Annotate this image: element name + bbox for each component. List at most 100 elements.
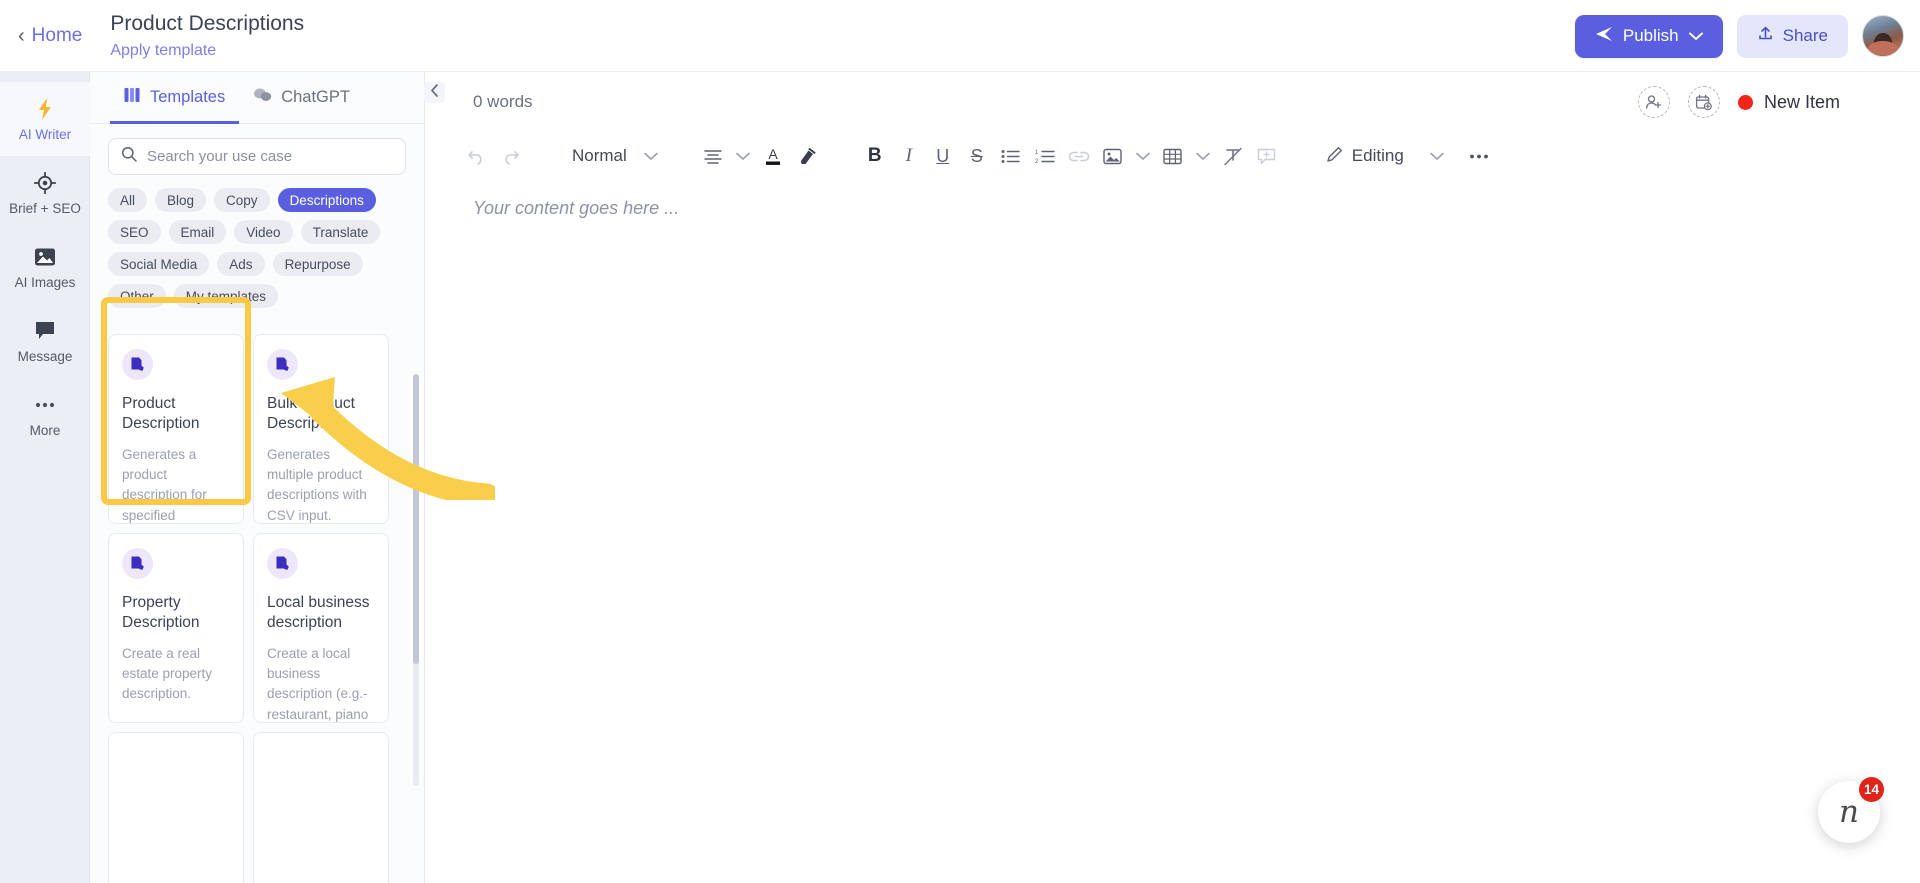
align-icon[interactable] — [698, 141, 728, 171]
chevron-down-icon[interactable] — [640, 141, 662, 171]
chevron-down-icon[interactable] — [1426, 141, 1448, 171]
calendar-add-icon[interactable] — [1687, 86, 1720, 118]
chip-social-media[interactable]: Social Media — [108, 252, 210, 276]
image-icon[interactable] — [1098, 141, 1128, 171]
image-icon — [34, 245, 56, 269]
top-bar: ‹ Home Product Descriptions Apply templa… — [0, 0, 1920, 72]
chip-translate[interactable]: Translate — [300, 220, 381, 244]
template-card-property-description[interactable]: Property Description Create a real estat… — [108, 533, 244, 723]
card-description: Create a local business description (e.g… — [267, 645, 369, 722]
numbered-list-icon[interactable]: 1 2 — [1030, 141, 1060, 171]
template-cards-scroll[interactable]: Product Description Generates a product … — [90, 324, 425, 883]
card-title: Local business description — [267, 594, 370, 632]
panel-tabs: Templates ChatGPT — [90, 72, 424, 124]
notification-badge: 14 — [1859, 777, 1884, 802]
rail-item-ai-writer[interactable]: AI Writer — [0, 82, 90, 156]
new-item-label: New Item — [1763, 91, 1840, 112]
rail-item-ai-images[interactable]: AI Images — [0, 230, 90, 304]
chevron-left-icon: ‹ — [18, 24, 25, 47]
panel-scrollbar-thumb[interactable] — [413, 374, 419, 664]
tab-templates[interactable]: Templates — [110, 72, 239, 124]
template-card-product-description[interactable]: Product Description Generates a product … — [108, 334, 244, 524]
chip-all[interactable]: All — [108, 188, 148, 212]
editor-toolbar: Normal A B I U S 1 2 Editing — [461, 134, 1896, 178]
rail-item-message[interactable]: Message — [0, 304, 90, 378]
template-card-bulk-product-description[interactable]: Bulk Product Description Generates multi… — [253, 334, 389, 524]
tab-label: Templates — [150, 88, 226, 106]
add-person-icon[interactable] — [1637, 86, 1670, 118]
card-title: Product Description — [122, 395, 200, 433]
content-editable-area[interactable]: Your content goes here ... — [473, 198, 1880, 219]
home-back-link[interactable]: ‹ Home — [18, 25, 82, 47]
title-block: Product Descriptions Apply template — [110, 11, 304, 59]
text-color-icon[interactable]: A — [758, 141, 788, 171]
redo-icon[interactable] — [495, 141, 525, 171]
document-edit-icon — [122, 349, 153, 380]
category-chips: All Blog Copy Descriptions SEO Email Vid… — [90, 175, 424, 308]
share-label: Share — [1782, 26, 1828, 45]
search-icon — [121, 146, 137, 167]
chip-seo[interactable]: SEO — [108, 220, 161, 244]
chip-copy[interactable]: Copy — [214, 188, 270, 212]
publish-button[interactable]: Publish — [1574, 14, 1723, 58]
link-icon[interactable] — [1064, 141, 1094, 171]
chevron-down-icon[interactable] — [1192, 141, 1214, 171]
template-card-placeholder[interactable] — [108, 732, 244, 883]
tab-chatgpt[interactable]: ChatGPT — [239, 72, 364, 124]
chip-repurpose[interactable]: Repurpose — [272, 252, 363, 276]
highlighter-icon[interactable] — [792, 141, 822, 171]
italic-button[interactable]: I — [894, 141, 924, 171]
share-button[interactable]: Share — [1736, 14, 1848, 58]
paragraph-style-select[interactable]: Normal — [563, 141, 636, 171]
lightning-bolt-icon — [36, 97, 54, 121]
chip-other[interactable]: Other — [108, 284, 166, 308]
chip-descriptions[interactable]: Descriptions — [277, 188, 376, 212]
chevron-down-icon[interactable] — [1132, 141, 1154, 171]
editing-mode-button[interactable]: Editing — [1320, 141, 1410, 171]
rail-label: More — [29, 422, 61, 438]
rail-item-more[interactable]: More — [0, 378, 90, 452]
search-input[interactable] — [147, 148, 393, 165]
tab-label: ChatGPT — [281, 88, 350, 106]
underline-button[interactable]: U — [928, 141, 958, 171]
template-card-placeholder[interactable] — [253, 732, 389, 883]
new-item-button[interactable]: New Item — [1737, 91, 1840, 113]
chip-ads[interactable]: Ads — [217, 252, 265, 276]
upload-icon — [1757, 25, 1774, 47]
chevron-down-icon — [1688, 26, 1703, 46]
chip-my-templates[interactable]: My templates — [173, 284, 279, 308]
content-placeholder: Your content goes here ... — [473, 198, 680, 218]
editing-mode-label: Editing — [1351, 146, 1404, 165]
undo-icon[interactable] — [461, 141, 491, 171]
pencil-icon — [1326, 145, 1344, 168]
chevron-down-icon[interactable] — [732, 141, 754, 171]
publish-label: Publish — [1622, 26, 1679, 45]
grid-icon — [124, 87, 141, 108]
help-widget-button[interactable]: n 14 — [1818, 777, 1884, 843]
apply-template-link[interactable]: Apply template — [110, 42, 304, 60]
rail-item-brief-seo[interactable]: Brief + SEO — [0, 156, 90, 230]
card-title: Bulk Product Description — [267, 395, 355, 433]
avatar[interactable] — [1862, 15, 1904, 57]
strikethrough-button[interactable]: S — [962, 141, 992, 171]
clear-formatting-icon[interactable] — [1218, 141, 1248, 171]
chip-email[interactable]: Email — [168, 220, 227, 244]
ellipsis-icon[interactable] — [1464, 141, 1494, 171]
bullet-list-icon[interactable] — [996, 141, 1026, 171]
add-comment-icon[interactable] — [1252, 141, 1282, 171]
card-description: Generates a product description for spec… — [122, 446, 207, 523]
table-icon[interactable] — [1158, 141, 1188, 171]
document-edit-icon — [122, 548, 153, 579]
document-edit-icon — [267, 349, 298, 380]
search-box[interactable] — [108, 138, 406, 175]
chip-blog[interactable]: Blog — [155, 188, 207, 212]
bold-button[interactable]: B — [860, 141, 890, 171]
chip-video[interactable]: Video — [234, 220, 293, 244]
chevron-left-icon — [430, 83, 439, 102]
collapse-panel-button[interactable] — [424, 82, 445, 103]
template-cards-grid: Product Description Generates a product … — [108, 334, 407, 883]
svg-text:2: 2 — [1035, 159, 1039, 164]
template-card-local-business-description[interactable]: Local business description Create a loca… — [253, 533, 389, 723]
